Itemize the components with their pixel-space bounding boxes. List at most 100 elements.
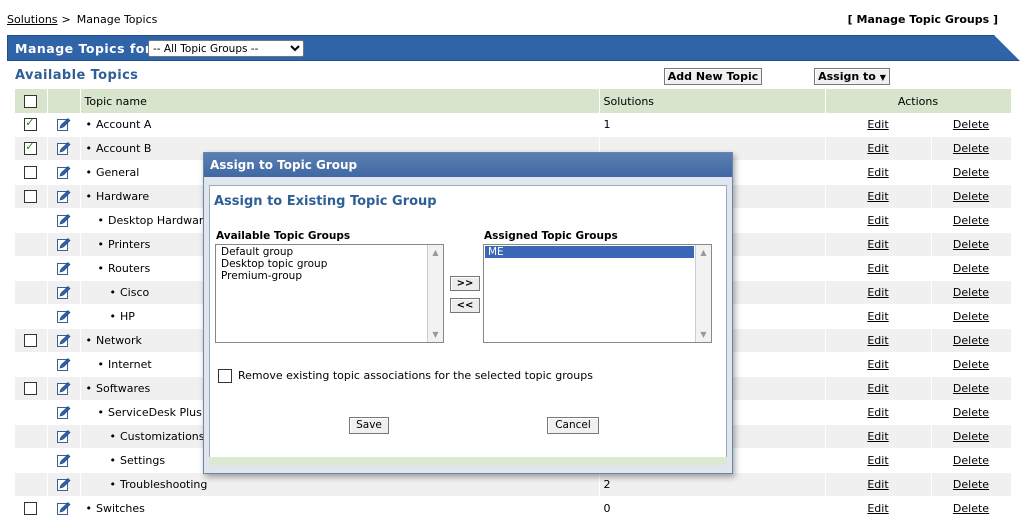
- edit-link[interactable]: Edit: [867, 502, 888, 515]
- row-checkbox[interactable]: [24, 190, 38, 204]
- row-checkbox[interactable]: [24, 382, 38, 396]
- available-groups-listbox[interactable]: Default group Desktop topic group Premium-…: [215, 244, 444, 343]
- edit-action-cell: Edit: [825, 328, 932, 353]
- available-groups-scrollbar[interactable]: ▲ ▼: [427, 245, 443, 342]
- scroll-up-icon[interactable]: ▲: [697, 246, 710, 259]
- edit-link[interactable]: Edit: [867, 478, 888, 491]
- edit-icon[interactable]: [56, 310, 71, 324]
- edit-link[interactable]: Edit: [867, 310, 888, 323]
- delete-link[interactable]: Delete: [953, 262, 989, 275]
- edit-link[interactable]: Edit: [867, 358, 888, 371]
- scroll-down-icon[interactable]: ▼: [697, 328, 710, 341]
- edit-icon[interactable]: [56, 142, 71, 156]
- manage-topic-groups-link[interactable]: [ Manage Topic Groups ]: [848, 13, 998, 26]
- assigned-groups-listbox[interactable]: ME ▲ ▼: [483, 244, 712, 343]
- dialog-footer: [209, 457, 727, 465]
- row-checkbox[interactable]: [24, 116, 38, 132]
- edit-link[interactable]: Edit: [867, 214, 888, 227]
- edit-link[interactable]: Edit: [867, 454, 888, 467]
- edit-icon[interactable]: [56, 334, 71, 348]
- bullet-icon: •: [97, 358, 105, 371]
- delete-link[interactable]: Delete: [953, 166, 989, 179]
- add-new-topic-button[interactable]: Add New Topic: [664, 68, 762, 85]
- edit-link[interactable]: Edit: [867, 382, 888, 395]
- row-checkbox[interactable]: [24, 140, 38, 156]
- edit-icon[interactable]: [56, 430, 71, 444]
- row-checkbox[interactable]: [24, 334, 38, 348]
- row-select-cell: [15, 328, 48, 353]
- column-header-solutions[interactable]: Solutions: [599, 89, 826, 113]
- delete-action-cell: Delete: [931, 232, 1012, 257]
- edit-link[interactable]: Edit: [867, 430, 888, 443]
- delete-link[interactable]: Delete: [953, 238, 989, 251]
- column-header-topic-name[interactable]: Topic name: [80, 89, 600, 113]
- dialog-body: Assign to Existing Topic Group Available…: [209, 185, 727, 462]
- edit-icon[interactable]: [56, 262, 71, 276]
- delete-link[interactable]: Delete: [953, 454, 989, 467]
- delete-link[interactable]: Delete: [953, 286, 989, 299]
- row-select-cell: [15, 208, 48, 233]
- delete-link[interactable]: Delete: [953, 430, 989, 443]
- edit-link[interactable]: Edit: [867, 262, 888, 275]
- topic-group-filter-select[interactable]: -- All Topic Groups --: [148, 40, 304, 57]
- available-group-item[interactable]: Default group: [216, 246, 427, 258]
- move-left-button[interactable]: <<: [450, 298, 480, 313]
- delete-link[interactable]: Delete: [953, 118, 989, 131]
- delete-link[interactable]: Delete: [953, 406, 989, 419]
- edit-icon[interactable]: [56, 382, 71, 396]
- dialog-title[interactable]: Assign to Topic Group: [204, 153, 732, 177]
- row-checkbox[interactable]: [24, 502, 38, 516]
- edit-link[interactable]: Edit: [867, 118, 888, 131]
- edit-link[interactable]: Edit: [867, 286, 888, 299]
- edit-icon[interactable]: [56, 502, 71, 516]
- solutions-count: 0: [599, 496, 826, 521]
- edit-link[interactable]: Edit: [867, 190, 888, 203]
- edit-icon[interactable]: [56, 358, 71, 372]
- assigned-group-item[interactable]: ME: [485, 246, 694, 258]
- select-all-checkbox[interactable]: [24, 94, 38, 108]
- delete-action-cell: Delete: [931, 352, 1012, 377]
- topic-name: Softwares: [96, 382, 151, 395]
- bullet-icon: •: [97, 214, 105, 227]
- delete-link[interactable]: Delete: [953, 310, 989, 323]
- row-select-cell: [15, 352, 48, 377]
- edit-icon[interactable]: [56, 286, 71, 300]
- edit-icon[interactable]: [56, 214, 71, 228]
- cancel-button[interactable]: Cancel: [547, 417, 599, 434]
- breadcrumb-solutions-link[interactable]: Solutions: [7, 13, 58, 26]
- available-group-item[interactable]: Desktop topic group: [216, 258, 427, 270]
- edit-icon[interactable]: [56, 190, 71, 204]
- delete-link[interactable]: Delete: [953, 334, 989, 347]
- available-group-item[interactable]: Premium-group: [216, 270, 427, 282]
- delete-link[interactable]: Delete: [953, 142, 989, 155]
- edit-icon[interactable]: [56, 454, 71, 468]
- assigned-groups-scrollbar[interactable]: ▲ ▼: [695, 245, 711, 342]
- delete-link[interactable]: Delete: [953, 502, 989, 515]
- delete-link[interactable]: Delete: [953, 382, 989, 395]
- scroll-down-icon[interactable]: ▼: [429, 328, 442, 341]
- edit-icon[interactable]: [56, 478, 71, 492]
- row-select-cell: [15, 304, 48, 329]
- bullet-icon: •: [109, 310, 117, 323]
- save-button[interactable]: Save: [349, 417, 389, 434]
- edit-link[interactable]: Edit: [867, 334, 888, 347]
- edit-link[interactable]: Edit: [867, 142, 888, 155]
- topic-name: Routers: [108, 262, 151, 275]
- edit-link[interactable]: Edit: [867, 238, 888, 251]
- edit-link[interactable]: Edit: [867, 406, 888, 419]
- assign-to-button[interactable]: Assign to ▼: [814, 68, 890, 85]
- edit-icon[interactable]: [56, 166, 71, 180]
- edit-icon[interactable]: [56, 238, 71, 252]
- move-right-button[interactable]: >>: [450, 276, 480, 291]
- row-checkbox[interactable]: [24, 166, 38, 180]
- row-select-cell: [15, 256, 48, 281]
- edit-link[interactable]: Edit: [867, 166, 888, 179]
- delete-link[interactable]: Delete: [953, 358, 989, 371]
- delete-link[interactable]: Delete: [953, 478, 989, 491]
- remove-associations-checkbox[interactable]: [218, 369, 232, 383]
- scroll-up-icon[interactable]: ▲: [429, 246, 442, 259]
- edit-icon[interactable]: [56, 406, 71, 420]
- delete-link[interactable]: Delete: [953, 214, 989, 227]
- edit-icon[interactable]: [56, 118, 71, 132]
- delete-link[interactable]: Delete: [953, 190, 989, 203]
